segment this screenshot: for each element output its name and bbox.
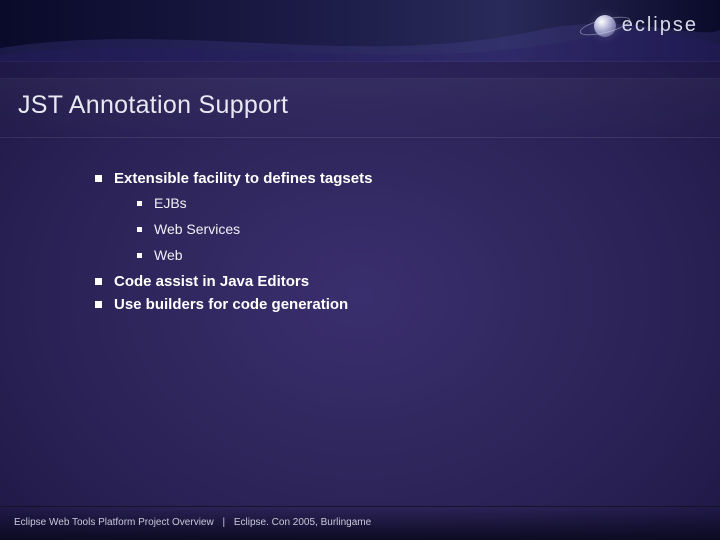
footer-left: Eclipse Web Tools Platform Project Overv… bbox=[14, 517, 214, 528]
footer-separator: | bbox=[222, 517, 225, 528]
square-bullet-icon bbox=[137, 253, 142, 258]
square-bullet-icon bbox=[137, 201, 142, 206]
footer-right: Eclipse. Con 2005, Burlingame bbox=[234, 517, 371, 528]
square-bullet-icon bbox=[95, 278, 102, 285]
eclipse-orb-icon bbox=[594, 15, 616, 37]
square-bullet-icon bbox=[95, 301, 102, 308]
bullet-text: Web Services bbox=[154, 221, 240, 237]
footer: Eclipse Web Tools Platform Project Overv… bbox=[0, 506, 720, 540]
bullet-text: EJBs bbox=[154, 195, 187, 211]
slide-title: JST Annotation Support bbox=[18, 91, 720, 120]
brand-text: eclipse bbox=[622, 14, 698, 37]
bullet-text: Use builders for code generation bbox=[114, 296, 348, 313]
slide-content: Extensible facility to defines tagsets E… bbox=[95, 170, 680, 319]
square-bullet-icon bbox=[95, 175, 102, 182]
title-bar: JST Annotation Support bbox=[0, 78, 720, 138]
square-bullet-icon bbox=[137, 227, 142, 232]
bullet-item: Code assist in Java Editors bbox=[95, 273, 680, 290]
bullet-text: Web bbox=[154, 247, 183, 263]
sub-bullet-item: EJBs bbox=[137, 195, 680, 211]
header-band: eclipse bbox=[0, 0, 720, 62]
sub-bullet-item: Web bbox=[137, 247, 680, 263]
bullet-text: Code assist in Java Editors bbox=[114, 273, 309, 290]
bullet-text: Extensible facility to defines tagsets bbox=[114, 170, 372, 187]
bullet-item: Use builders for code generation bbox=[95, 296, 680, 313]
sub-bullet-item: Web Services bbox=[137, 221, 680, 237]
eclipse-logo: eclipse bbox=[594, 14, 698, 37]
bullet-item: Extensible facility to defines tagsets bbox=[95, 170, 680, 187]
